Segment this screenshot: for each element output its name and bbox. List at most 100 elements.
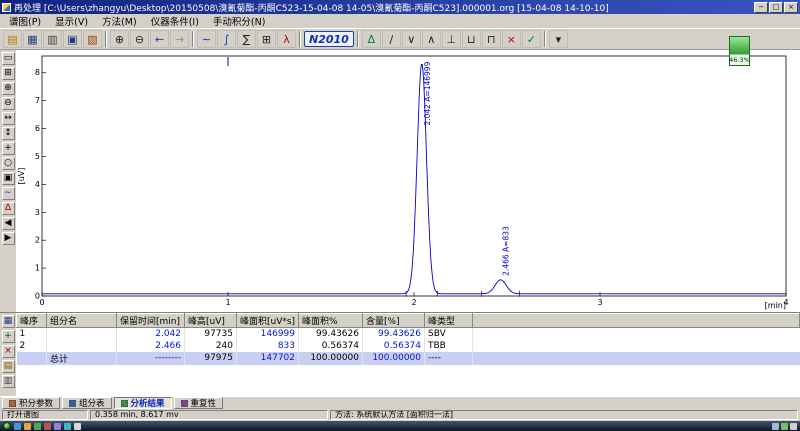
undo-button[interactable]: ←: [150, 30, 169, 48]
column-header-2[interactable]: 保留时间[min]: [117, 314, 185, 328]
chromatogram-area[interactable]: 01234567801234[min][uV]2.042 A=1469992.4…: [16, 50, 800, 312]
column-header-4[interactable]: 峰面积[uV*s]: [237, 314, 299, 328]
tray-icon-2[interactable]: [790, 423, 797, 430]
tab-integration-params[interactable]: 积分参数: [2, 397, 60, 409]
menu-bar: 谱图(P)显示(V)方法(M)仪器条件(I)手动积分(N): [0, 14, 800, 28]
split-peaks-button[interactable]: ⊓: [482, 30, 501, 48]
total-row[interactable]: 总计--------97975147702100.00000100.00000-…: [17, 352, 800, 365]
print-button[interactable]: ▥: [43, 30, 62, 48]
cell: [17, 352, 47, 365]
maximize-button[interactable]: □: [769, 2, 783, 13]
row-add-button[interactable]: +: [2, 330, 15, 343]
more-tools-button[interactable]: ▾: [549, 30, 568, 48]
y-tick-label: 5: [35, 152, 40, 161]
redo-button[interactable]: →: [170, 30, 189, 48]
taskbar-app-6[interactable]: [74, 423, 81, 430]
tab-icon-repeatability: [181, 400, 188, 407]
reject-peak-button[interactable]: ×: [502, 30, 521, 48]
column-header-0[interactable]: 峰序: [17, 314, 47, 328]
x-tick-label: 0: [39, 298, 44, 307]
tangent-skim-button[interactable]: ∕: [382, 30, 401, 48]
valley-button[interactable]: ∨: [402, 30, 421, 48]
baseline-button[interactable]: ∼: [197, 30, 216, 48]
cell: [47, 328, 117, 340]
taskbar-app-2[interactable]: [34, 423, 41, 430]
status-bar: 打开谱图 0.358 min, 8.617 mv 方法: 系统默认方法 [面积归…: [0, 409, 800, 421]
taskbar-app-5[interactable]: [64, 423, 71, 430]
table-print-button[interactable]: ▥: [2, 375, 15, 388]
taskbar-app-0[interactable]: [14, 423, 21, 430]
pan-button[interactable]: +: [2, 142, 15, 155]
expand-x-button[interactable]: ↔: [2, 112, 15, 125]
drop-line-button[interactable]: ⊥: [442, 30, 461, 48]
chromatogram-svg: 01234567801234[min][uV]2.042 A=1469992.4…: [16, 50, 800, 312]
tab-component-table[interactable]: 组分表: [62, 397, 112, 409]
wavelength-button[interactable]: λ: [277, 30, 296, 48]
column-header-1[interactable]: 组分名: [47, 314, 117, 328]
report-button[interactable]: ▧: [83, 30, 102, 48]
menu-item-spectrum[interactable]: 谱图(P): [2, 14, 48, 28]
open-file-button[interactable]: ▤: [3, 30, 22, 48]
table-row[interactable]: 22.4662408330.563740.56374TBB: [17, 340, 800, 352]
cell-filler: [473, 352, 800, 365]
status-method: 方法: 系统默认方法 [面积归一法]: [330, 410, 798, 420]
shoulder-button[interactable]: ∧: [422, 30, 441, 48]
save-file-button[interactable]: ▦: [23, 30, 42, 48]
tab-analysis-results[interactable]: 分析结果: [114, 397, 172, 409]
expand-y-button[interactable]: ↕: [2, 127, 15, 140]
row-edit-button[interactable]: ▦: [2, 315, 15, 328]
zoom-out-button[interactable]: ⊖: [2, 97, 15, 110]
select-button[interactable]: ▭: [2, 52, 15, 65]
baseline-edit-button[interactable]: ∼: [2, 187, 15, 200]
accept-peak-button[interactable]: ✓: [522, 30, 541, 48]
zoom-in-button[interactable]: ⊕: [2, 82, 15, 95]
column-header-6[interactable]: 含量[%]: [363, 314, 425, 328]
prev-page-button[interactable]: ◀: [2, 217, 15, 230]
merge-peaks-button[interactable]: ⊔: [462, 30, 481, 48]
menu-item-manual-integration[interactable]: 手动积分(N): [206, 14, 273, 28]
tray-icon-0[interactable]: [772, 423, 779, 430]
copy-button[interactable]: ▣: [63, 30, 82, 48]
tab-label: 组分表: [79, 397, 105, 409]
taskbar-app-1[interactable]: [24, 423, 31, 430]
sum-button[interactable]: ∑: [237, 30, 256, 48]
cell: ----: [425, 352, 473, 365]
results-table: 峰序组分名保留时间[min]峰高[uV]峰面积[uV*s]峰面积%含量[%]峰类…: [16, 313, 800, 365]
integrate-button[interactable]: ∫: [217, 30, 236, 48]
minimize-button[interactable]: −: [754, 2, 768, 13]
overlay-button[interactable]: ▣: [2, 172, 15, 185]
column-header-3[interactable]: 峰高[uV]: [185, 314, 237, 328]
column-header-7[interactable]: 峰类型: [425, 314, 473, 328]
cell: 99.43626: [363, 328, 425, 340]
toolbar-separator: [299, 31, 301, 47]
reset-view-button[interactable]: ○: [2, 157, 15, 170]
taskbar-app-3[interactable]: [44, 423, 51, 430]
peak-label-1: 2.466 A=833: [502, 226, 511, 276]
next-page-button[interactable]: ▶: [2, 232, 15, 245]
axis-setup-button[interactable]: ⊞: [257, 30, 276, 48]
y-axis-label: [uV]: [17, 168, 26, 185]
zoom-out-button[interactable]: ⊖: [130, 30, 149, 48]
title-bar: 再处理 [C:\Users\zhangyu\Desktop\20150508\溴…: [0, 0, 800, 14]
row-delete-button[interactable]: ×: [2, 345, 15, 358]
table-export-button[interactable]: ▤: [2, 360, 15, 373]
peak-marks-button[interactable]: Δ: [362, 30, 381, 48]
start-button[interactable]: [3, 422, 11, 430]
table-row[interactable]: 12.0429773514699999.4362699.43626SBV: [17, 328, 800, 340]
menu-item-display[interactable]: 显示(V): [48, 14, 95, 28]
peak-edit-button[interactable]: Δ: [2, 202, 15, 215]
tray-icon-1[interactable]: [781, 423, 788, 430]
zoom-in-button[interactable]: ⊕: [110, 30, 129, 48]
cell: 总计: [47, 352, 117, 365]
tab-repeatability[interactable]: 重复性: [174, 397, 224, 409]
results-section: ▦ + × ▤ ▥ 峰序组分名保留时间[min]峰高[uV]峰面积[uV*s]峰面积%含…: [0, 312, 800, 396]
close-button[interactable]: ×: [784, 2, 798, 13]
menu-item-method[interactable]: 方法(M): [95, 14, 144, 28]
menu-item-instrument[interactable]: 仪器条件(I): [144, 14, 206, 28]
taskbar-app-4[interactable]: [54, 423, 61, 430]
column-header-5[interactable]: 峰面积%: [299, 314, 363, 328]
table-toolbar: ▦ + × ▤ ▥: [0, 313, 16, 396]
main-toolbar: ▤▦▥▣▧⊕⊖←→∼∫∑⊞λN2010Δ∕∨∧⊥⊔⊓×✓▾: [0, 28, 800, 50]
x-tick-label: 2: [411, 298, 416, 307]
zoom-window-button[interactable]: ⊞: [2, 67, 15, 80]
